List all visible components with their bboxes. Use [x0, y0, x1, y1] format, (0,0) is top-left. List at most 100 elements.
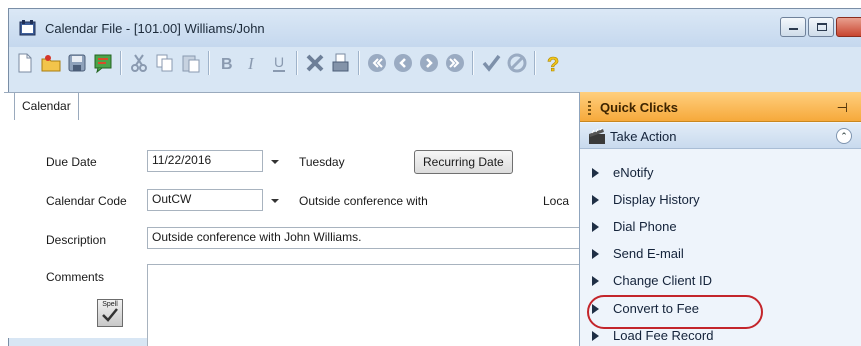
- next-icon: [420, 54, 438, 72]
- app-icon: [19, 20, 36, 36]
- collapse-icon[interactable]: ⌃: [836, 128, 852, 144]
- pin-icon[interactable]: ⊣: [837, 100, 848, 116]
- spell-check-button[interactable]: Spell: [97, 299, 123, 327]
- clapperboard-icon: [589, 127, 605, 144]
- comments-label: Comments: [46, 270, 105, 284]
- take-action-header[interactable]: Take Action ⌃: [580, 123, 861, 149]
- minimize-button[interactable]: [780, 17, 806, 37]
- svg-text:I: I: [247, 54, 255, 73]
- action-label: Change Client ID: [613, 273, 712, 288]
- convert-to-fee-highlight: [587, 295, 763, 329]
- print-button[interactable]: [329, 50, 353, 76]
- open-icon: [41, 55, 61, 72]
- action-send-email[interactable]: Send E-mail: [592, 246, 684, 261]
- svg-text:U: U: [274, 54, 284, 70]
- bold-icon: B: [221, 56, 233, 73]
- action-label: Display History: [613, 192, 700, 207]
- maximize-button[interactable]: [808, 17, 834, 37]
- open-button[interactable]: [39, 50, 63, 76]
- copy-icon: [156, 54, 173, 72]
- description-field[interactable]: Outside conference with John Williams.: [147, 227, 581, 249]
- triangle-icon: [592, 331, 599, 341]
- first-record-button[interactable]: [365, 50, 389, 76]
- previous-icon: [394, 54, 412, 72]
- triangle-icon: [592, 195, 599, 205]
- due-date-field[interactable]: 11/22/2016: [147, 150, 263, 172]
- delete-button[interactable]: [303, 50, 327, 76]
- help-button[interactable]: ?: [541, 50, 565, 76]
- underline-icon: U: [273, 54, 285, 72]
- underline-button[interactable]: U: [267, 50, 291, 76]
- svg-text:B: B: [221, 56, 233, 73]
- new-button[interactable]: [13, 50, 37, 76]
- accept-button[interactable]: [479, 50, 503, 76]
- bold-button[interactable]: B: [215, 50, 239, 76]
- recurring-date-button[interactable]: Recurring Date: [414, 150, 513, 174]
- action-label: Send E-mail: [613, 246, 684, 261]
- toolbar-separator: [208, 51, 210, 75]
- first-icon: [368, 54, 386, 72]
- due-date-dropdown-icon[interactable]: [265, 151, 285, 173]
- title-bar: Calendar File - [101.00] Williams/John: [9, 9, 861, 47]
- due-date-label: Due Date: [46, 155, 97, 169]
- svg-text:?: ?: [547, 54, 559, 74]
- due-date-weekday: Tuesday: [299, 155, 345, 169]
- window-title: Calendar File - [101.00] Williams/John: [45, 21, 265, 36]
- cancel-icon: [507, 53, 527, 73]
- grip-icon[interactable]: [588, 101, 591, 115]
- action-dial-phone[interactable]: Dial Phone: [592, 219, 677, 234]
- calendar-code-field[interactable]: OutCW: [147, 189, 263, 211]
- maximize-icon: [817, 23, 827, 31]
- quick-clicks-title: Quick Clicks: [600, 100, 679, 115]
- toolbar-separator: [120, 51, 122, 75]
- delete-icon: [306, 54, 324, 72]
- toolbar-separator: [296, 51, 298, 75]
- italic-icon: I: [247, 54, 255, 73]
- action-label: Dial Phone: [613, 219, 677, 234]
- tab-label: Calendar: [22, 99, 71, 113]
- action-load-fee-record[interactable]: Load Fee Record: [592, 328, 713, 343]
- minimize-icon: [789, 28, 798, 30]
- action-change-client-id[interactable]: Change Client ID: [592, 273, 712, 288]
- location-label: Loca: [543, 194, 570, 208]
- toolbar-separator: [358, 51, 360, 75]
- save-icon: [68, 54, 86, 72]
- triangle-icon: [592, 276, 599, 286]
- calendar-code-description: Outside conference with: [299, 194, 428, 208]
- cancel-button[interactable]: [505, 50, 529, 76]
- toolbar-separator: [534, 51, 536, 75]
- calendar-code-label: Calendar Code: [46, 194, 127, 208]
- triangle-icon: [592, 168, 599, 178]
- quick-clicks-header: Quick Clicks ⊣: [580, 92, 861, 122]
- next-record-button[interactable]: [417, 50, 441, 76]
- triangle-icon: [592, 222, 599, 232]
- copy-button[interactable]: [153, 50, 177, 76]
- paste-button[interactable]: [179, 50, 203, 76]
- previous-record-button[interactable]: [391, 50, 415, 76]
- tab-calendar[interactable]: Calendar: [14, 92, 79, 120]
- toolbar-separator: [472, 51, 474, 75]
- calendar-code-dropdown-icon[interactable]: [265, 190, 285, 212]
- triangle-icon: [592, 249, 599, 259]
- print-icon: [332, 53, 349, 72]
- spell-check-icon: [102, 308, 118, 322]
- last-record-button[interactable]: [443, 50, 467, 76]
- close-button[interactable]: [836, 17, 861, 37]
- paste-icon: [182, 55, 200, 73]
- last-icon: [446, 54, 464, 72]
- action-display-history[interactable]: Display History: [592, 192, 700, 207]
- toolbar: B I U ?: [13, 47, 565, 79]
- italic-button[interactable]: I: [241, 50, 265, 76]
- take-action-title: Take Action: [610, 129, 677, 144]
- new-icon: [18, 53, 32, 73]
- action-label: eNotify: [613, 165, 654, 180]
- cut-icon: [131, 54, 147, 72]
- action-label: Load Fee Record: [613, 328, 714, 343]
- action-enotify[interactable]: eNotify: [592, 165, 653, 180]
- help-icon: ?: [547, 54, 560, 74]
- save-button[interactable]: [65, 50, 89, 76]
- cut-button[interactable]: [127, 50, 151, 76]
- note-button[interactable]: [91, 50, 115, 76]
- spell-label: Spell: [102, 301, 118, 308]
- description-label: Description: [46, 233, 107, 247]
